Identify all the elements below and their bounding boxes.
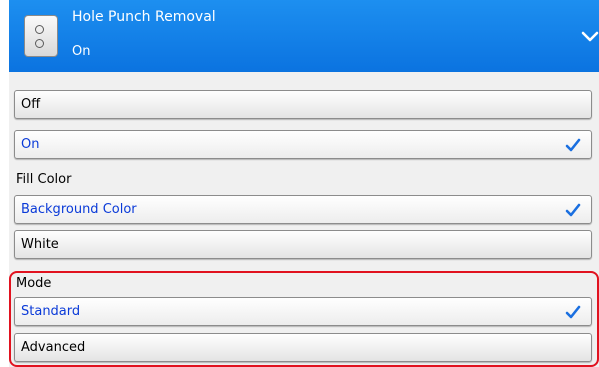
chevron-down-icon[interactable] (581, 30, 599, 44)
mode-standard-button[interactable]: Standard (14, 297, 592, 326)
checkmark-icon (565, 203, 581, 217)
hole-punch-document-icon (24, 15, 58, 57)
fill-color-label: Fill Color (16, 172, 72, 187)
fill-background-color-button[interactable]: Background Color (14, 195, 592, 224)
mode-label: Mode (16, 276, 52, 291)
fill-white-label: White (21, 237, 59, 252)
mode-standard-label: Standard (21, 304, 81, 319)
mode-advanced-button[interactable]: Advanced (14, 333, 592, 362)
option-off-button[interactable]: Off (14, 90, 592, 119)
feature-header[interactable]: Hole Punch Removal On (9, 0, 599, 72)
mode-advanced-label: Advanced (21, 340, 86, 355)
option-on-label: On (21, 137, 40, 152)
option-on-button[interactable]: On (14, 130, 592, 159)
feature-title: Hole Punch Removal (72, 9, 216, 25)
option-off-label: Off (21, 97, 41, 112)
checkmark-icon (565, 138, 581, 152)
fill-white-button[interactable]: White (14, 230, 592, 259)
feature-current-value: On (72, 44, 91, 59)
fill-background-color-label: Background Color (21, 202, 137, 217)
checkmark-icon (565, 305, 581, 319)
